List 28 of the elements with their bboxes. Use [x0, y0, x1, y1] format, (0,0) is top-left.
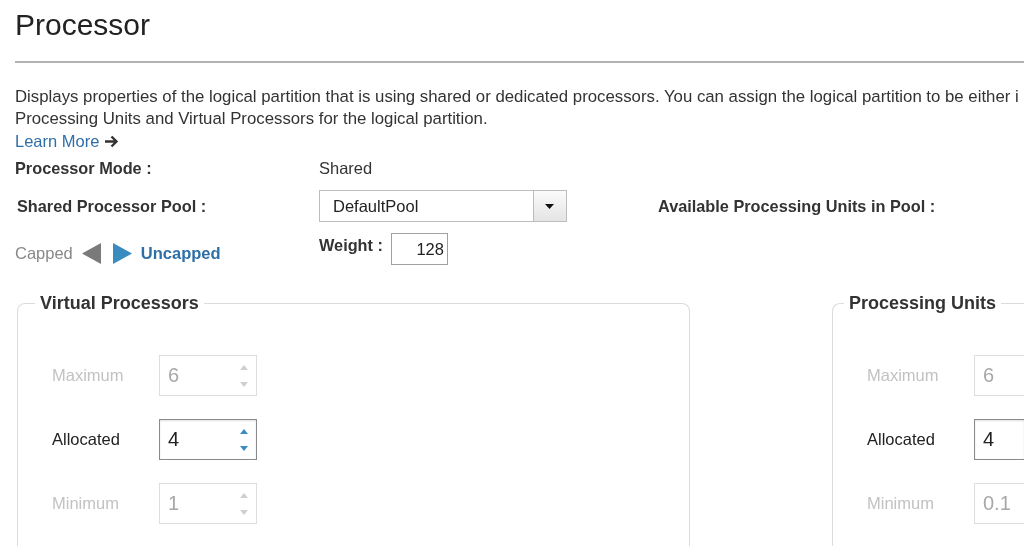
field-label: Shared Processor Pool :: [16, 196, 207, 217]
learn-more-link[interactable]: Learn More: [15, 130, 120, 152]
panel-title: Processing Units: [848, 293, 998, 313]
number-spinner[interactable]: 4: [974, 419, 1024, 460]
capping-toggle[interactable]: Uncapped: [112, 241, 221, 265]
field-label: Allocated: [52, 430, 121, 449]
triangle-left-icon: [81, 242, 101, 264]
field-label: Maximum: [52, 366, 125, 385]
caret-down-icon: [533, 191, 566, 221]
pool-dropdown[interactable]: DefaultPool: [319, 190, 567, 222]
field-label: Weight :: [319, 235, 383, 256]
triangle-right-icon: [112, 242, 132, 264]
description-text: Displays properties of the logical partition that is using shared or dedicated processors. You can assign the logical partition to be either i Processing Units and Virtual Processors for the logical partition.: [15, 86, 1019, 130]
field-label: Minimum: [52, 494, 120, 513]
field-label: Available Processing Units in Pool :: [658, 196, 936, 217]
caret-up-icon[interactable]: [240, 428, 248, 434]
field-label: Minimum: [867, 494, 935, 513]
capping-toggle[interactable]: Capped: [15, 241, 101, 265]
field-label: Maximum: [867, 366, 940, 385]
field-value: Shared: [319, 158, 373, 178]
arrow-right-icon: [105, 134, 120, 148]
field-label: Processor Mode :: [15, 158, 152, 179]
panel-title: Virtual Processors: [39, 293, 200, 313]
caret-down-icon[interactable]: [240, 445, 248, 451]
number-spinner[interactable]: 4: [159, 419, 257, 460]
weight-input[interactable]: 128: [390, 233, 448, 265]
field-label: Allocated: [867, 430, 936, 449]
page-title: Processor: [15, 8, 151, 42]
